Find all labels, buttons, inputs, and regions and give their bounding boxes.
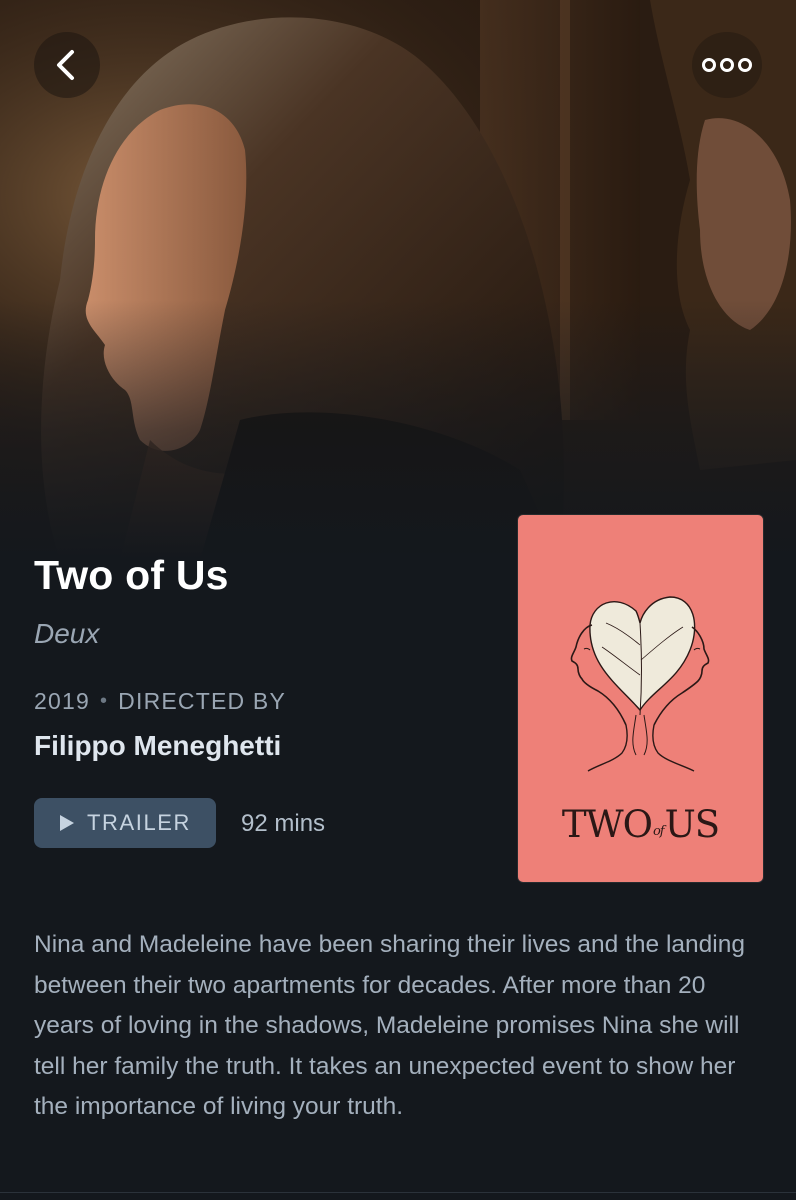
release-meta: 2019 • DIRECTED BY: [34, 688, 286, 715]
play-icon: [59, 815, 74, 831]
original-title: Deux: [34, 618, 100, 649]
director-name[interactable]: Filippo Meneghetti: [34, 730, 281, 762]
film-detail-page: Two of Us Deux 2019 • DIRECTED BY Filipp…: [0, 0, 796, 1200]
more-options-button[interactable]: [692, 32, 762, 98]
runtime: 92 mins: [241, 810, 326, 837]
directed-by-label: DIRECTED BY: [118, 688, 287, 714]
backdrop-image: [0, 0, 796, 560]
back-button[interactable]: [34, 32, 100, 98]
chevron-left-icon: [57, 50, 74, 80]
trailer-button[interactable]: TRAILER: [34, 798, 216, 848]
film-poster[interactable]: TWOofUS: [518, 515, 763, 882]
synopsis: Nina and Madeleine have been sharing the…: [34, 931, 745, 1120]
trailer-label: TRAILER: [86, 810, 192, 835]
ellipsis-icon: [702, 58, 752, 72]
poster-title: TWOofUS: [561, 803, 720, 846]
separator-dot: •: [99, 690, 109, 712]
divider: [0, 1192, 796, 1193]
release-year[interactable]: 2019: [34, 688, 90, 715]
film-title: Two of Us: [34, 552, 229, 598]
